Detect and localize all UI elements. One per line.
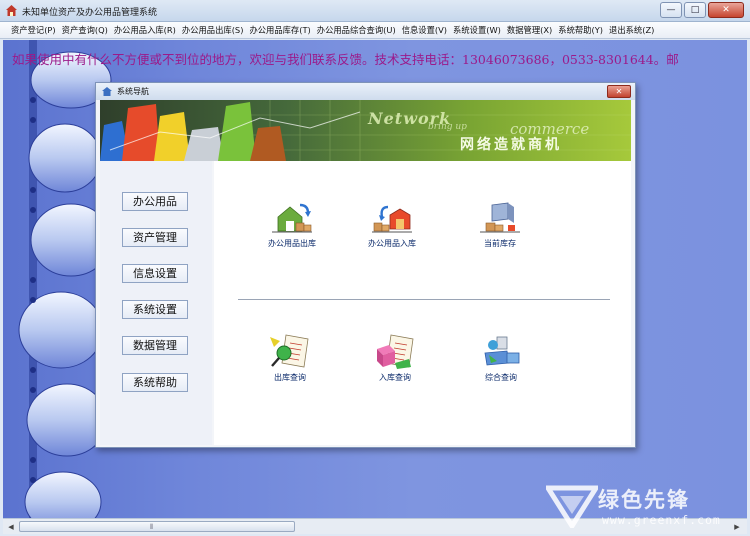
scroll-right-arrow-icon[interactable]: ▶	[731, 521, 743, 533]
banner-bringup-text: bring up	[428, 122, 467, 132]
warehouse-in-icon	[372, 205, 412, 233]
menu-asset-register[interactable]: 资产登记(P)	[8, 22, 59, 38]
tool-office-out[interactable]: 办公用品出库	[256, 199, 328, 269]
horizontal-scrollbar[interactable]: ◀ ⦀ ▶	[3, 518, 747, 534]
marquee-notice: 如果使用中有什么不方便或不到位的地方，欢迎与我们联系反馈。技术支持电话：1304…	[12, 52, 679, 67]
menu-asset-query[interactable]: 资产查询(Q)	[59, 22, 111, 38]
maximize-button[interactable]: □	[684, 2, 706, 18]
window-controls: — □ ✕	[660, 2, 744, 18]
system-navigation-dialog: 系统导航 ✕ Network bring up commerce 网络造就商机 …	[95, 82, 636, 448]
tool-out-query[interactable]: 出库查询	[254, 333, 326, 403]
scroll-left-arrow-icon[interactable]: ◀	[5, 521, 17, 533]
menu-office-out[interactable]: 办公用品出库(S)	[179, 22, 247, 38]
tool-combined-query-label: 综合查询	[485, 373, 517, 382]
tool-current-stock-label: 当前库存	[484, 239, 516, 248]
inventory-icon	[480, 202, 520, 233]
menu-info-settings[interactable]: 信息设置(V)	[399, 22, 450, 38]
nav-sidebar: 办公用品 资产管理 信息设置 系统设置 数据管理 系统帮助	[100, 161, 212, 445]
banner-slogan: 网络造就商机	[460, 137, 562, 153]
dialog-title: 系统导航	[117, 87, 149, 96]
nav-asset-management-button[interactable]: 资产管理	[122, 228, 188, 247]
title-bar: 未知单位资产及办公用品管理系统 — □ ✕	[0, 0, 750, 22]
nav-system-help-button[interactable]: 系统帮助	[122, 373, 188, 392]
tool-in-query-label: 入库查询	[379, 373, 411, 382]
tool-office-out-label: 办公用品出库	[268, 239, 316, 248]
window-title: 未知单位资产及办公用品管理系统	[22, 8, 158, 18]
tool-office-in[interactable]: 办公用品入库	[356, 199, 428, 269]
content-divider	[238, 299, 610, 300]
app-house-icon	[6, 5, 17, 16]
menu-system-settings[interactable]: 系统设置(W)	[450, 22, 504, 38]
menu-office-stock[interactable]: 办公用品库存(T)	[246, 22, 313, 38]
dialog-banner: Network bring up commerce 网络造就商机	[100, 100, 631, 161]
dialog-title-bar: 系统导航 ✕	[96, 83, 635, 100]
tool-in-query[interactable]: 入库查询	[359, 333, 431, 403]
minimize-button[interactable]: —	[660, 2, 682, 18]
nav-office-supplies-button[interactable]: 办公用品	[122, 192, 188, 211]
mdi-background: 如果使用中有什么不方便或不到位的地方，欢迎与我们联系反馈。技术支持电话：1304…	[3, 40, 747, 518]
warehouse-out-icon	[272, 203, 312, 233]
nav-content-panel: 办公用品出库 办公用品入库 当前库存 出库查询 入库查询 综合查询	[214, 161, 631, 445]
tool-out-query-label: 出库查询	[274, 373, 306, 382]
close-button[interactable]: ✕	[708, 2, 744, 18]
scrollbar-grip-icon: ⦀	[150, 523, 154, 531]
tool-combined-query[interactable]: 综合查询	[465, 333, 537, 403]
menu-office-in[interactable]: 办公用品入库(R)	[111, 22, 179, 38]
nav-info-settings-button[interactable]: 信息设置	[122, 264, 188, 283]
out-query-magnifier-icon	[270, 334, 309, 368]
menu-data-management[interactable]: 数据管理(X)	[504, 22, 555, 38]
menu-exit[interactable]: 退出系统(Z)	[606, 22, 657, 38]
dialog-close-button[interactable]: ✕	[607, 85, 631, 98]
in-query-document-icon	[377, 334, 414, 369]
menu-bar: 资产登记(P) 资产查询(Q) 办公用品入库(R) 办公用品出库(S) 办公用品…	[0, 22, 750, 39]
tool-office-in-label: 办公用品入库	[368, 239, 416, 248]
menu-system-help[interactable]: 系统帮助(Y)	[555, 22, 606, 38]
combined-query-network-icon	[484, 336, 520, 366]
nav-system-settings-button[interactable]: 系统设置	[122, 300, 188, 319]
dialog-house-icon	[102, 87, 112, 96]
tool-current-stock[interactable]: 当前库存	[464, 199, 536, 269]
nav-data-management-button[interactable]: 数据管理	[122, 336, 188, 355]
scrollbar-thumb[interactable]: ⦀	[19, 521, 295, 532]
menu-office-query[interactable]: 办公用品综合查询(U)	[314, 22, 399, 38]
